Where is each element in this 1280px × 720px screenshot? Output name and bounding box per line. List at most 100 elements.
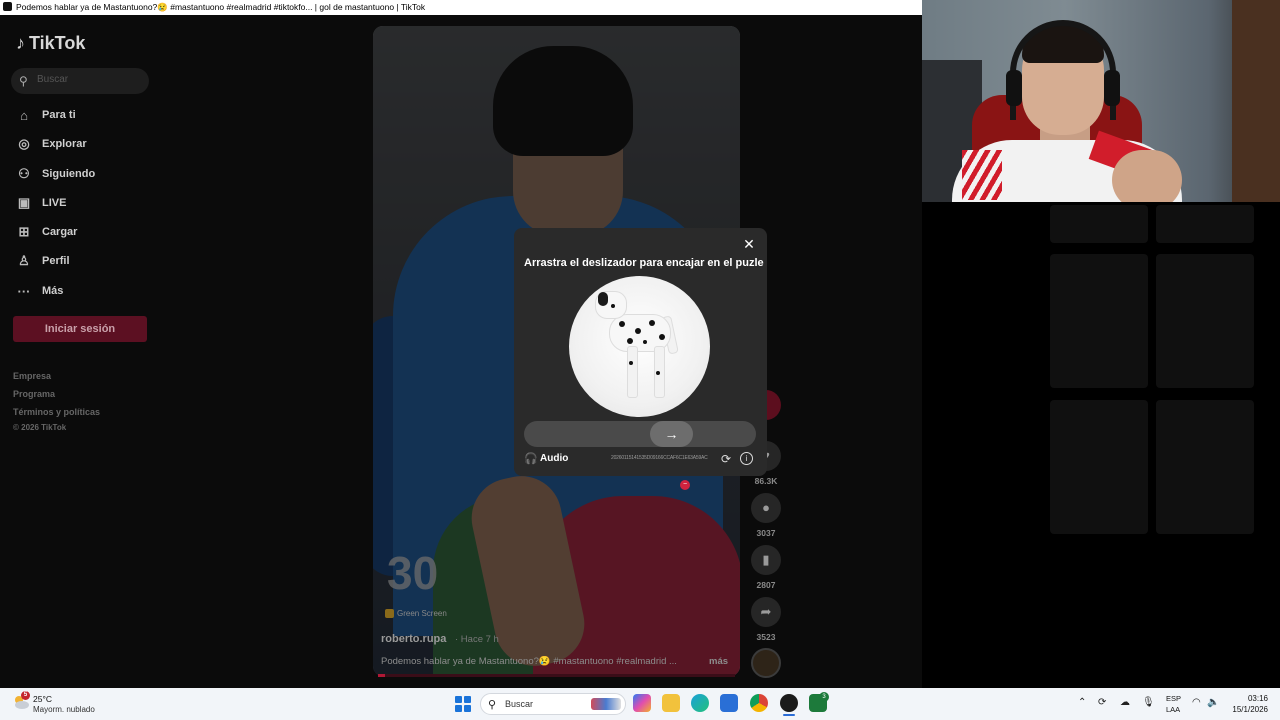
video-progress-fill [378, 674, 386, 677]
sidebar-item-label: Siguiendo [42, 168, 96, 180]
video-progress-bar[interactable] [378, 674, 735, 677]
video-time-ago: · Hace 7 h [455, 634, 499, 645]
refresh-icon[interactable]: ⟳ [721, 452, 731, 466]
caption-more-link[interactable]: más [709, 656, 728, 667]
video-caption: Podemos hablar ya de Mastantuono?😢 #mast… [381, 656, 677, 667]
like-count: 86.3K [754, 476, 778, 486]
footer-link-terminos[interactable]: Términos y políticas [13, 407, 100, 417]
compass-icon: ◎ [18, 136, 30, 151]
logo-text: TikTok [29, 33, 86, 53]
captcha-slider-track [524, 421, 756, 447]
bookmark-icon: ▮ [762, 552, 770, 567]
following-icon: ⚇ [18, 166, 30, 181]
window-title-bar: Podemos hablar ya de Mastantuono?😢 #mast… [0, 0, 922, 15]
dog-spot [629, 361, 633, 365]
sidebar-item-live[interactable]: ▣ LIVE [16, 193, 67, 213]
keyboard-layout-indicator[interactable]: LAA [1166, 705, 1180, 714]
video-thumbnail[interactable] [1156, 400, 1254, 534]
taskbar-search-box[interactable]: ⚲ Buscar [480, 693, 626, 715]
effect-badge[interactable]: Green Screen [385, 609, 447, 618]
search-placeholder: Buscar [37, 74, 69, 85]
profile-icon: ♙ [18, 253, 30, 268]
weather-condition[interactable]: Mayorm. nublado [33, 705, 95, 714]
more-icon: ··· [17, 283, 31, 299]
weather-alert-badge: 5 [21, 691, 30, 700]
webcam-shape [1112, 150, 1182, 202]
video-thumbnail[interactable] [1050, 205, 1148, 243]
sidebar-item-label: LIVE [42, 197, 67, 209]
share-button[interactable]: ➦ [751, 597, 781, 627]
cloud-icon[interactable]: ☁ [1120, 697, 1130, 708]
video-thumbnail[interactable] [1156, 205, 1254, 243]
language-indicator[interactable]: ESP [1166, 694, 1181, 703]
chevron-up-icon[interactable]: ⌃ [1078, 697, 1086, 708]
dog-shape [598, 292, 608, 306]
headphones-icon[interactable]: 🎧 [524, 452, 538, 465]
microphone-icon[interactable]: 🎙 [1142, 697, 1155, 708]
footer-link-programa[interactable]: Programa [13, 389, 55, 399]
captcha-slider-handle[interactable]: → [650, 421, 693, 447]
sidebar-item-mas[interactable]: ··· Más [16, 281, 64, 301]
edge-icon[interactable] [691, 694, 709, 712]
headphones-shape [1006, 70, 1022, 106]
app-notification-badge: 3 [819, 692, 829, 702]
dog-spot [643, 340, 647, 344]
close-icon[interactable]: ✕ [742, 237, 756, 251]
login-button[interactable]: Iniciar sesión [13, 316, 147, 342]
sidebar-item-explorar[interactable]: ◎ Explorar [16, 134, 87, 154]
wifi-icon[interactable]: ◠ [1192, 697, 1201, 708]
headphones-shape [1104, 70, 1120, 106]
sidebar-search-input[interactable]: ⚲ Buscar [11, 68, 149, 94]
sidebar-item-cargar[interactable]: ⊞ Cargar [16, 222, 78, 242]
copilot-icon[interactable] [633, 694, 651, 712]
captcha-id: 20260115141535D09166CCAF6C1E63A59AC [611, 455, 708, 461]
captcha-title: Arrastra el deslizador para encajar en e… [524, 257, 764, 269]
sidebar-item-siguiendo[interactable]: ⚇ Siguiendo [16, 164, 95, 184]
arrow-right-icon: → [664, 426, 679, 442]
weather-temperature[interactable]: 25°C [33, 694, 52, 704]
video-thumbnail[interactable] [1050, 254, 1148, 388]
microsoft-store-icon[interactable] [720, 694, 738, 712]
headphones-shape [1010, 20, 1116, 120]
audio-captcha-button[interactable]: Audio [540, 453, 568, 464]
footer-copyright: © 2026 TikTok [13, 423, 67, 432]
webcam-shape [1232, 0, 1280, 202]
save-button[interactable]: ▮ [751, 545, 781, 575]
taskbar-search-label: Buscar [505, 699, 534, 709]
footer-link-empresa[interactable]: Empresa [13, 371, 51, 381]
tiktok-app-icon[interactable] [780, 694, 798, 712]
comment-button[interactable]: ● [751, 493, 781, 523]
sync-icon[interactable]: ⟳ [1098, 697, 1106, 708]
file-explorer-icon[interactable] [662, 694, 680, 712]
video-author[interactable]: roberto.rupa [381, 633, 446, 645]
sidebar-item-perfil[interactable]: ♙ Perfil [16, 251, 70, 271]
webcam-overlay [922, 0, 1280, 202]
webcam-shape [962, 150, 1002, 200]
taskbar-clock[interactable]: 03:16 [1230, 694, 1268, 703]
chrome-icon[interactable] [750, 694, 768, 712]
no-entry-emoji-icon: − [680, 480, 690, 490]
sidebar-item-label: Perfil [42, 255, 70, 267]
dog-spot [659, 334, 665, 340]
comment-count: 3037 [756, 528, 776, 538]
dog-spot [627, 338, 633, 344]
tiktok-logo[interactable]: ♪ TikTok [16, 33, 85, 54]
info-icon[interactable]: i [740, 452, 753, 465]
effect-icon [385, 609, 394, 618]
music-disc-icon[interactable] [751, 648, 781, 678]
effect-label: Green Screen [397, 609, 447, 618]
comment-icon: ● [762, 500, 770, 515]
window-title: Podemos hablar ya de Mastantuono?😢 #mast… [16, 2, 426, 12]
windows-start-icon[interactable] [455, 696, 471, 712]
captcha-puzzle-image [569, 276, 710, 417]
dog-spot [619, 321, 625, 327]
video-thumbnail[interactable] [1050, 400, 1148, 534]
sidebar-item-label: Explorar [42, 138, 87, 150]
taskbar-date[interactable]: 15/1/2026 [1218, 705, 1268, 714]
sidebar-item-label: Más [42, 285, 64, 297]
dog-spot [635, 328, 641, 334]
sidebar-item-para-ti[interactable]: ⌂ Para ti [16, 105, 76, 125]
active-app-indicator [783, 714, 795, 716]
video-thumbnail[interactable] [1156, 254, 1254, 388]
dog-spot [649, 320, 655, 326]
